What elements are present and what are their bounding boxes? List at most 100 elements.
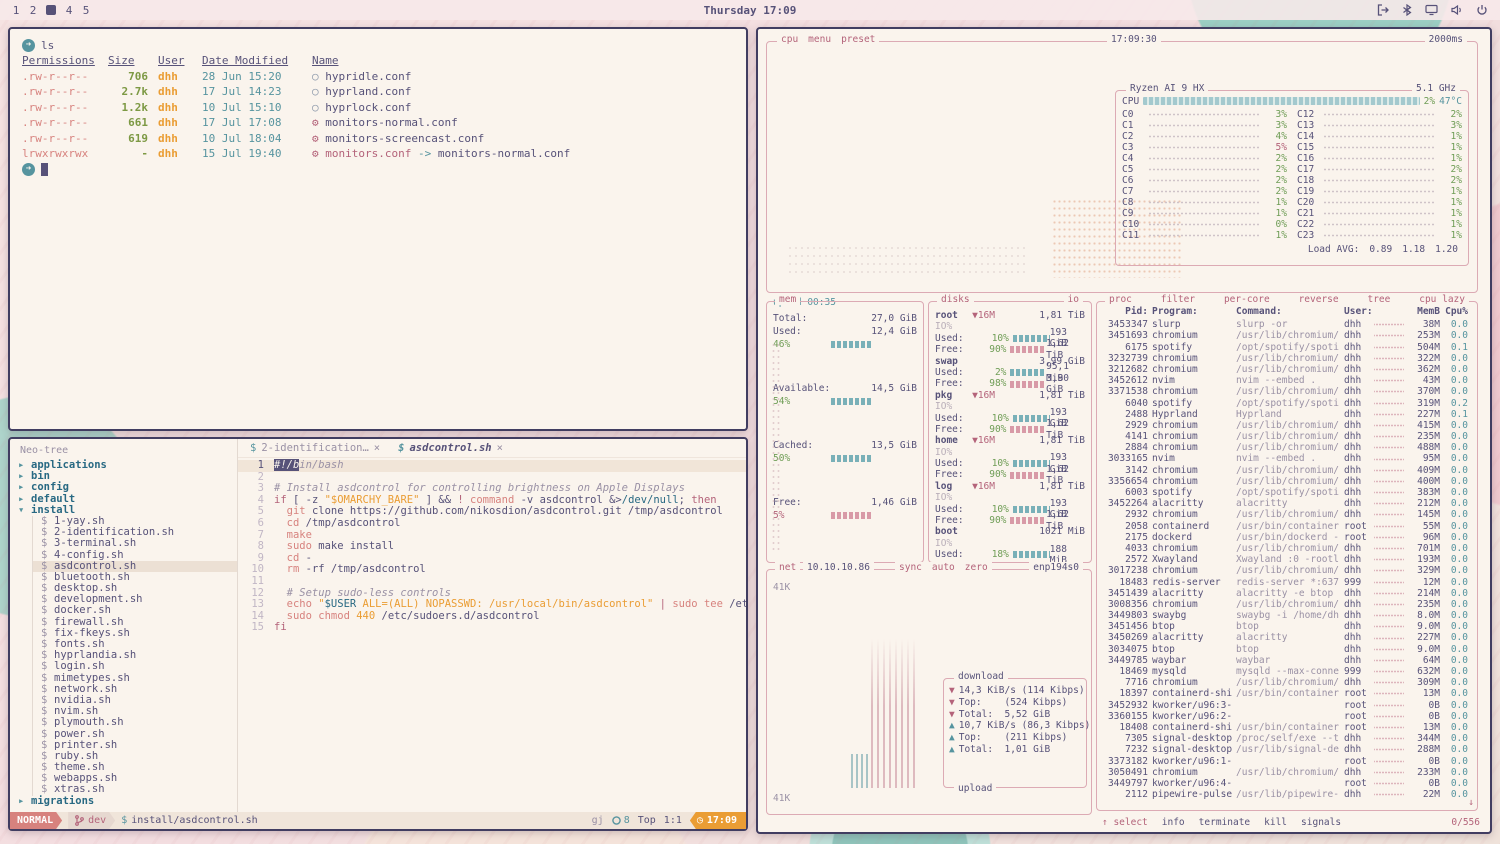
- col-cpu[interactable]: Cpu%: [1444, 306, 1468, 317]
- tree-item[interactable]: ▸ config: [18, 482, 237, 493]
- process-row[interactable]: 2932 chromium /usr/lib/chromium/ dhh 145…: [1097, 509, 1477, 520]
- process-row[interactable]: 3142 chromium /usr/lib/chromium/ dhh 409…: [1097, 465, 1477, 476]
- tree-item[interactable]: $ power.sh: [32, 729, 237, 740]
- process-row[interactable]: 2488 Hyprland Hyprland dhh 227M 0.1: [1097, 409, 1477, 420]
- proc-button[interactable]: tree: [1367, 294, 1390, 305]
- process-row[interactable]: 3212682 chromium /usr/lib/chromium/ dhh …: [1097, 364, 1477, 375]
- process-row[interactable]: 3452932 kworker/u96:3-co root 0B 0.0: [1097, 700, 1477, 711]
- scroll-down-icon[interactable]: ↓: [1468, 797, 1474, 808]
- toolbar-button[interactable]: menu: [808, 34, 831, 45]
- process-row[interactable]: 3449797 kworker/u96:4-co root 0B 0.0: [1097, 778, 1477, 789]
- proc-command: /usr/bin/container: [1236, 521, 1340, 532]
- process-row[interactable]: 3451439 alacritty alacritty -e btop dhh …: [1097, 588, 1477, 599]
- process-row[interactable]: 3034075 btop btop dhh 9.0M 0.0: [1097, 644, 1477, 655]
- tree-item[interactable]: $ 4-config.sh: [32, 550, 237, 561]
- net-button[interactable]: zero: [965, 562, 988, 573]
- volume-icon[interactable]: [1451, 4, 1463, 16]
- tree-item[interactable]: $ xtras.sh: [32, 784, 237, 795]
- tree-item[interactable]: ▾ install: [18, 505, 237, 516]
- refresh-interval[interactable]: 2000ms: [1425, 34, 1467, 45]
- proc-user: dhh: [1344, 453, 1370, 464]
- proc-button[interactable]: reverse: [1299, 294, 1339, 305]
- process-row[interactable]: 3360155 kworker/u96:2-gf root 0B 0.0: [1097, 711, 1477, 722]
- net-panel-title[interactable]: net: [775, 562, 800, 573]
- process-row[interactable]: 3371538 chromium /usr/lib/chromium/ dhh …: [1097, 386, 1477, 397]
- tree-item[interactable]: $ login.sh: [32, 661, 237, 672]
- process-row[interactable]: 3356654 chromium /usr/lib/chromium/ dhh …: [1097, 476, 1477, 487]
- process-row[interactable]: 3033165 nvim nvim --embed . dhh 95M 0.0: [1097, 453, 1477, 464]
- tree-item[interactable]: $ 3-terminal.sh: [32, 538, 237, 549]
- process-row[interactable]: 2929 chromium /usr/lib/chromium/ dhh 415…: [1097, 420, 1477, 431]
- power-icon[interactable]: [1476, 4, 1488, 16]
- process-row[interactable]: 7716 chromium /usr/lib/chromium/ dhh 309…: [1097, 677, 1477, 688]
- process-row[interactable]: 18408 containerd-shim /usr/bin/container…: [1097, 722, 1477, 733]
- net-interface[interactable]: enp194s0: [1029, 562, 1083, 573]
- process-row[interactable]: 2112 pipewire-pulse /usr/lib/pipewire- d…: [1097, 789, 1477, 800]
- process-row[interactable]: 3451693 chromium /usr/lib/chromium/ dhh …: [1097, 330, 1477, 341]
- tree-item[interactable]: ▸ migrations: [18, 796, 237, 807]
- process-row[interactable]: 3008356 chromium /usr/lib/chromium/ dhh …: [1097, 599, 1477, 610]
- col-pid[interactable]: Pid:: [1102, 306, 1148, 317]
- process-row[interactable]: 3450269 alacritty alacritty dhh 227M 0.0: [1097, 632, 1477, 643]
- display-icon[interactable]: [1425, 4, 1438, 16]
- process-row[interactable]: 3452612 nvim nvim --embed . dhh 43M 0.0: [1097, 375, 1477, 386]
- process-row[interactable]: 7305 signal-desktop /proc/self/exe --t d…: [1097, 733, 1477, 744]
- process-row[interactable]: 2175 dockerd /usr/bin/dockerd - root 96M…: [1097, 532, 1477, 543]
- process-row[interactable]: 3017238 chromium /usr/lib/chromium/ dhh …: [1097, 565, 1477, 576]
- bluetooth-icon[interactable]: [1402, 4, 1412, 16]
- logout-icon[interactable]: [1377, 4, 1389, 16]
- io-toggle[interactable]: io: [1064, 294, 1083, 305]
- net-button[interactable]: auto: [932, 562, 955, 573]
- tree-item[interactable]: ▸ applications: [18, 460, 237, 471]
- process-row[interactable]: 6040 spotify /opt/spotify/spoti dhh 319M…: [1097, 398, 1477, 409]
- process-row[interactable]: 4141 chromium /usr/lib/chromium/ dhh 235…: [1097, 431, 1477, 442]
- toolbar-button[interactable]: preset: [841, 34, 875, 45]
- editor-tab[interactable]: $ 2-identification… ×: [242, 439, 388, 457]
- process-row[interactable]: 3050491 chromium /usr/lib/chromium/ dhh …: [1097, 767, 1477, 778]
- nvim-window[interactable]: Neo-tree ▸ applications ▸ bin ▸: [8, 437, 748, 831]
- process-row[interactable]: 18469 mysqld mysqld --max-conne 999 632M…: [1097, 666, 1477, 677]
- proc-button[interactable]: per-core: [1224, 294, 1270, 305]
- process-row[interactable]: 18397 containerd-shim /usr/bin/container…: [1097, 688, 1477, 699]
- process-row[interactable]: 4033 chromium /usr/lib/chromium/ dhh 701…: [1097, 543, 1477, 554]
- toolbar-button[interactable]: cpu: [781, 34, 798, 45]
- col-program[interactable]: Program:: [1152, 306, 1232, 317]
- editor-buffer[interactable]: 1 #!/bin/bash 2 3 # Install asdcontrol: [238, 458, 746, 812]
- proc-button[interactable]: cpu lazy: [1419, 294, 1465, 305]
- kill-button[interactable]: kill: [1264, 817, 1287, 828]
- process-row[interactable]: 3373182 kworker/u96:1-co root 0B 0.0: [1097, 756, 1477, 767]
- net-button[interactable]: sync: [899, 562, 922, 573]
- editor-tab[interactable]: $ asdcontrol.sh ×: [390, 439, 511, 457]
- tree-item[interactable]: $ docker.sh: [32, 605, 237, 616]
- stat-label: Cached:: [773, 439, 831, 452]
- col-command[interactable]: Command:: [1236, 306, 1340, 317]
- disks-panel-title[interactable]: disks: [937, 294, 974, 305]
- info-button[interactable]: info: [1162, 817, 1185, 828]
- process-row[interactable]: 18483 redis-server redis-server *:637 99…: [1097, 577, 1477, 588]
- mem-panel-title[interactable]: mem: [775, 294, 800, 305]
- tree-item[interactable]: $ plymouth.sh: [32, 717, 237, 728]
- process-row[interactable]: 7232 signal-desktop /usr/lib/signal-de d…: [1097, 744, 1477, 755]
- col-user[interactable]: User:: [1344, 306, 1370, 317]
- signals-button[interactable]: signals: [1301, 817, 1341, 828]
- process-row[interactable]: 6175 spotify /opt/spotify/spoti dhh 504M…: [1097, 342, 1477, 353]
- process-row[interactable]: 3232739 chromium /usr/lib/chromium/ dhh …: [1097, 353, 1477, 364]
- process-row[interactable]: 3453347 slurp slurp -or dhh 38M 0.0: [1097, 319, 1477, 330]
- process-row[interactable]: 3451456 btop btop dhh 9.0M 0.0: [1097, 621, 1477, 632]
- process-row[interactable]: 3449803 swaybg swaybg -i /home/dh dhh 8.…: [1097, 610, 1477, 621]
- process-row[interactable]: 2572 Xwayland Xwayland :0 -rootl dhh 193…: [1097, 554, 1477, 565]
- terminal-window[interactable]: ➜ ls Permissions Size User Date Modified…: [8, 27, 748, 431]
- process-row[interactable]: 3449785 waybar waybar dhh 64M 0.0: [1097, 655, 1477, 666]
- btop-window[interactable]: cpumenupreset 17:09:30 2000ms Ryzen AI 9…: [756, 27, 1492, 834]
- process-row[interactable]: 2884 chromium /usr/lib/chromium/ dhh 488…: [1097, 442, 1477, 453]
- tab-close-icon[interactable]: ×: [497, 442, 503, 454]
- proc-button[interactable]: filter: [1161, 294, 1195, 305]
- process-row[interactable]: 3452264 alacritty alacritty dhh 212M 0.0: [1097, 498, 1477, 509]
- proc-button[interactable]: proc: [1109, 294, 1132, 305]
- process-row[interactable]: 2058 containerd /usr/bin/container root …: [1097, 521, 1477, 532]
- tab-close-icon[interactable]: ×: [374, 442, 380, 454]
- col-mem[interactable]: MemB: [1408, 306, 1440, 317]
- terminate-button[interactable]: terminate: [1199, 817, 1250, 828]
- process-row[interactable]: 6003 spotify /opt/spotify/spoti dhh 383M…: [1097, 487, 1477, 498]
- select-button[interactable]: ↑ select: [1102, 817, 1148, 828]
